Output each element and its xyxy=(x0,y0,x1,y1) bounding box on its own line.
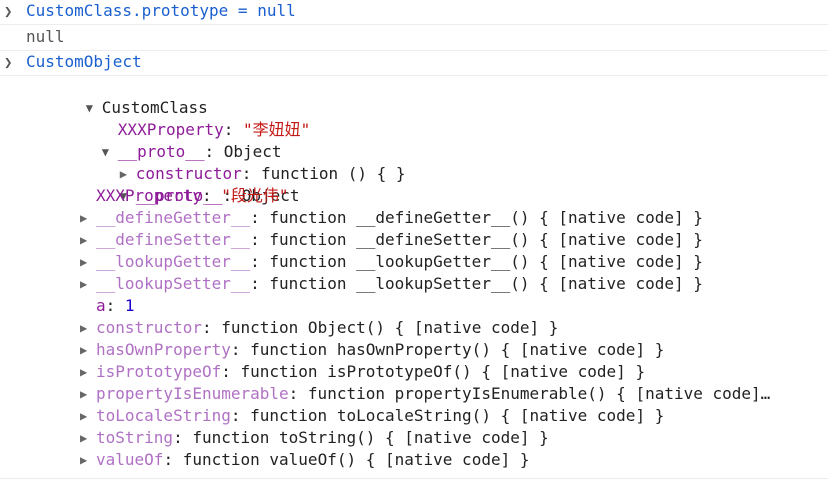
console-input-entry[interactable]: ❯ CustomObject xyxy=(0,51,828,76)
tree-proto-row[interactable]: ▼ __proto__: Object xyxy=(44,119,282,161)
console-result-entry: null xyxy=(0,24,828,51)
property-key: __defineGetter__ xyxy=(96,208,251,227)
tree-property-row[interactable]: ▶ constructor: function () { } xyxy=(62,141,406,183)
property-value: function Object() { [native code] } xyxy=(221,318,559,337)
property-value: function toLocaleString() { [native code… xyxy=(250,406,665,425)
property-value: function isPrototypeOf() { [native code]… xyxy=(240,362,646,381)
property-key: __lookupSetter__ xyxy=(96,274,251,293)
triangle-right-icon[interactable]: ▶ xyxy=(80,273,96,295)
property-key: XXXProperty xyxy=(96,186,202,205)
tree-property-row[interactable]: ▶ propertyIsEnumerable: function property… xyxy=(80,383,770,405)
triangle-right-icon[interactable]: ▶ xyxy=(80,317,96,339)
property-key: propertyIsEnumerable xyxy=(96,384,289,403)
triangle-right-icon[interactable]: ▶ xyxy=(80,405,96,427)
property-key: toLocaleString xyxy=(96,406,231,425)
tree-root-row[interactable]: ▼ CustomClass xyxy=(28,75,208,117)
property-value: function __lookupGetter__() { [native co… xyxy=(269,252,703,271)
triangle-right-icon[interactable]: ▶ xyxy=(80,207,96,229)
property-key: toString xyxy=(96,428,174,447)
property-value: function __lookupSetter__() { [native co… xyxy=(269,274,703,293)
console-command[interactable]: CustomClass.prototype = null xyxy=(26,0,296,22)
triangle-right-icon[interactable]: ▶ xyxy=(80,361,96,383)
console-command[interactable]: CustomObject xyxy=(26,51,142,73)
tree-proto-row[interactable]: ▼ __proto__: Object xyxy=(62,163,300,205)
triangle-right-icon[interactable]: ▶ xyxy=(80,339,96,361)
tree-property-row[interactable]: ▶ __lookupSetter__: function __lookupSett… xyxy=(80,273,703,295)
property-key: __lookupGetter__ xyxy=(96,252,251,271)
object-tree: ▼ CustomClass XXXProperty: "李妞妞" ▼ __proto… xyxy=(0,75,828,482)
tree-property-row[interactable]: a: 1 xyxy=(96,295,135,317)
tree-property-row[interactable]: XXXProperty: "段光伟" xyxy=(96,185,289,207)
property-key: valueOf xyxy=(96,450,164,469)
tree-property-row[interactable]: XXXProperty: "李妞妞" xyxy=(60,97,311,139)
console-result-value: null xyxy=(26,27,65,46)
property-value: "段光伟" xyxy=(221,186,289,205)
console-divider xyxy=(0,478,828,479)
tree-property-row[interactable]: ▶ hasOwnProperty: function hasOwnProperty… xyxy=(80,339,664,361)
property-value: function __defineSetter__() { [native co… xyxy=(269,230,703,249)
tree-property-row[interactable]: ▶ isPrototypeOf: function isPrototypeOf()… xyxy=(80,361,645,383)
chevron-right-icon: ❯ xyxy=(4,4,13,20)
tree-property-row[interactable]: ▶ __defineGetter__: function __defineGett… xyxy=(80,207,703,229)
property-key: isPrototypeOf xyxy=(96,362,222,381)
property-value: function toString() { [native code] } xyxy=(192,428,549,447)
property-value: function hasOwnProperty() { [native code… xyxy=(250,340,665,359)
console-input-entry[interactable]: ❯ CustomClass.prototype = null xyxy=(0,0,828,25)
property-value: function __defineGetter__() { [native co… xyxy=(269,208,703,227)
tree-property-row[interactable]: ▶ constructor: function Object() { [nativ… xyxy=(80,317,558,339)
property-value: function propertyIsEnumerable() { [nativ… xyxy=(307,384,771,403)
tree-property-row[interactable]: ▶ __lookupGetter__: function __lookupGett… xyxy=(80,251,703,273)
property-key: a xyxy=(96,296,106,315)
tree-property-row[interactable]: ▶ toLocaleString: function toLocaleString… xyxy=(80,405,664,427)
property-key: __defineSetter__ xyxy=(96,230,251,249)
triangle-right-icon[interactable]: ▶ xyxy=(80,251,96,273)
tree-property-row[interactable]: ▶ toString: function toString() { [native… xyxy=(80,427,549,449)
property-key: hasOwnProperty xyxy=(96,340,231,359)
property-value: 1 xyxy=(124,296,135,315)
tree-property-row[interactable]: ▶ __defineSetter__: function __defineSett… xyxy=(80,229,703,251)
triangle-right-icon[interactable]: ▶ xyxy=(80,383,96,405)
property-value: function valueOf() { [native code] } xyxy=(182,450,530,469)
property-key: constructor xyxy=(96,318,202,337)
tree-property-row[interactable]: ▶ valueOf: function valueOf() { [native c… xyxy=(80,449,529,471)
triangle-right-icon[interactable]: ▶ xyxy=(80,229,96,251)
triangle-right-icon[interactable]: ▶ xyxy=(80,449,96,471)
devtools-console: ❯ CustomClass.prototype = null null ❯ Cu… xyxy=(0,0,828,482)
triangle-right-icon[interactable]: ▶ xyxy=(80,427,96,449)
chevron-right-icon: ❯ xyxy=(4,55,13,71)
